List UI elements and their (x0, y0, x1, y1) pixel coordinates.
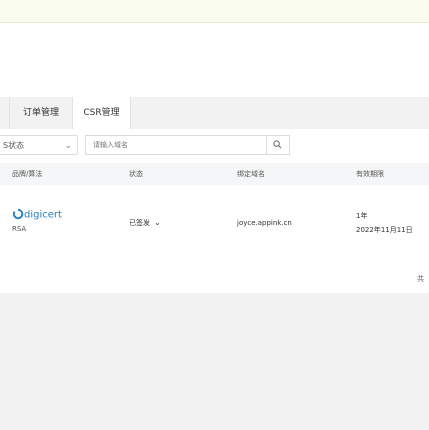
pagination-total: 共 (417, 275, 424, 283)
status-select[interactable]: S状态 ⌄ (0, 135, 78, 155)
search-input[interactable] (86, 136, 273, 154)
table-row: digicert RSA 已签发 ⌄ joyce.appink.cn 1年 202… (0, 185, 429, 243)
chevron-down-icon: ⌄ (154, 218, 161, 227)
page-header-area (0, 23, 429, 97)
algorithm-label: RSA (12, 225, 27, 233)
tab-orders[interactable]: 订单管理 (10, 97, 72, 129)
header-brand: 品牌/算法 (12, 170, 43, 178)
tab-partial[interactable] (0, 97, 10, 129)
expiry-date: 2022年11月11日 (356, 226, 413, 234)
svg-text:digicert: digicert (24, 210, 62, 221)
certificate-panel: S状态 ⌄ 品牌/算法 状态 绑定域名 有效期限 digicert RSA (0, 129, 429, 293)
browser-topbar (0, 0, 429, 23)
validity-years: 1年 (356, 212, 368, 220)
bound-domain: joyce.appink.cn (237, 219, 292, 227)
domain-search (85, 135, 290, 155)
digicert-logo: digicert (12, 208, 66, 222)
status-dropdown[interactable]: 已签发 ⌄ (129, 218, 161, 228)
search-icon (273, 140, 282, 149)
search-button[interactable] (266, 136, 289, 154)
filter-row: S状态 ⌄ (0, 135, 429, 157)
header-domain: 绑定域名 (237, 170, 265, 178)
chevron-down-icon: ⌄ (64, 141, 72, 151)
tabs-bar: 订单管理 CSR管理 (0, 97, 429, 129)
page-background (0, 293, 429, 430)
header-status: 状态 (129, 170, 143, 178)
status-select-value: S状态 (3, 141, 25, 150)
table-header: 品牌/算法 状态 绑定域名 有效期限 (0, 163, 429, 185)
tab-csr[interactable]: CSR管理 (72, 97, 131, 129)
status-label: 已签发 (129, 219, 150, 227)
header-validity: 有效期限 (356, 170, 384, 178)
